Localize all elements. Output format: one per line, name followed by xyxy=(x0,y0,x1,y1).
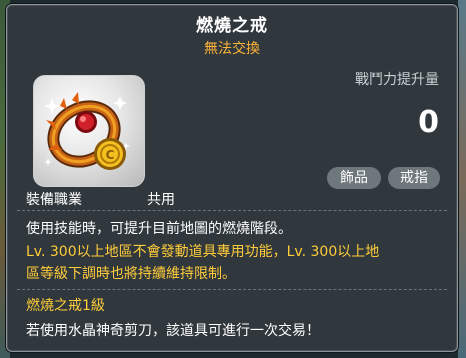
item-level: 燃燒之戒1級 xyxy=(26,298,105,314)
svg-text:C: C xyxy=(106,148,115,162)
game-background-right xyxy=(458,0,466,358)
tag-ring: 戒指 xyxy=(388,167,440,189)
item-name: 燃燒之戒 xyxy=(196,16,268,36)
equip-job-value: 共用 xyxy=(147,192,175,208)
combat-power-label: 戰鬥力提升量 xyxy=(355,72,439,88)
equip-job-label: 裝備職業 xyxy=(26,192,82,208)
item-tooltip: 燃燒之戒 無法交換 C 裝備職業 共用 戰鬥力提升量 0 飾品 戒指 使用技能時… xyxy=(6,4,458,352)
restriction-notice-line1: Lv. 300以上地區不會發動道具專用功能，Lv. 300以上地 xyxy=(26,244,380,260)
scissors-notice: 若使用水晶神奇剪刀，該道具可進行一次交易！ xyxy=(26,323,320,339)
item-icon-frame: C xyxy=(33,75,145,187)
tag-accessory: 飾品 xyxy=(327,167,381,189)
restriction-notice-line2: 區等級下調時也將持續維持限制。 xyxy=(26,266,236,282)
burning-ring-icon: C xyxy=(44,92,130,170)
divider xyxy=(17,289,447,290)
item-description: 使用技能時，可提升目前地圖的燃燒階段。 xyxy=(26,221,292,237)
combat-power-value: 0 xyxy=(418,105,439,140)
divider xyxy=(17,210,447,211)
trade-status: 無法交換 xyxy=(204,41,260,57)
